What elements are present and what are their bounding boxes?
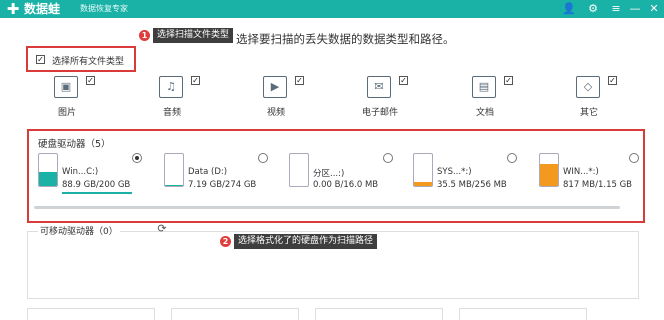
bottom-card — [171, 308, 299, 320]
file-type-checkbox[interactable]: ✓ — [191, 76, 200, 85]
drive-radio[interactable] — [383, 153, 393, 163]
music-icon: ♫ — [159, 76, 183, 98]
file-type-checkbox[interactable]: ✓ — [86, 76, 95, 85]
file-type-checkbox[interactable]: ✓ — [295, 76, 304, 85]
file-type-document[interactable]: ▤ ✓ 文档 — [456, 73, 514, 119]
drive-usage-fill — [540, 163, 558, 186]
drive-selected-indicator — [62, 192, 132, 194]
drive-card-d[interactable]: Data (D:) 7.19 GB/274 GB — [162, 153, 282, 195]
drive-card-partition[interactable]: 分区...:) 0.00 B/16.0 MB — [287, 153, 407, 195]
drive-radio[interactable] — [132, 153, 142, 163]
file-type-label: 音频 — [162, 108, 181, 118]
bottom-card — [459, 308, 587, 320]
drive-radio[interactable] — [258, 153, 268, 163]
drive-usage-fill — [414, 181, 432, 186]
select-all-checkbox[interactable]: ✓ — [36, 55, 45, 64]
minimize-icon[interactable]: — — [626, 0, 644, 18]
drive-usage-fill — [165, 185, 183, 186]
app-logo-icon: ✚ — [6, 0, 20, 18]
app-name: 数据蛙 — [24, 2, 61, 16]
drive-icon — [413, 153, 433, 187]
drive-size: 0.00 B/16.0 MB — [313, 180, 379, 190]
file-type-other[interactable]: ◇ ✓ 其它 — [560, 73, 618, 119]
callout-2-badge: 2 — [220, 236, 231, 247]
menu-icon[interactable]: ≡ — [607, 0, 625, 18]
file-type-audio[interactable]: ♫ ✓ 音频 — [143, 73, 201, 119]
file-type-label: 图片 — [57, 108, 76, 118]
drive-name: 分区...:) — [313, 169, 345, 179]
close-icon[interactable]: ✕ — [645, 0, 663, 18]
file-type-checkbox[interactable]: ✓ — [399, 76, 408, 85]
callout-1-badge: 1 — [139, 30, 150, 41]
drive-icon — [164, 153, 184, 187]
drive-radio[interactable] — [507, 153, 517, 163]
drive-size: 817 MB/1.15 GB — [563, 180, 633, 190]
callout-1-text: 选择扫描文件类型 — [153, 28, 234, 43]
account-icon[interactable]: 👤 — [560, 0, 578, 18]
drive-name: SYS...*:) — [437, 167, 472, 177]
bottom-card — [27, 308, 155, 320]
refresh-icon[interactable]: ⟳ — [156, 223, 168, 235]
file-type-label: 电子邮件 — [361, 108, 398, 118]
image-icon: ▣ — [54, 76, 78, 98]
settings-icon[interactable]: ⚙ — [584, 0, 602, 18]
select-all-label[interactable]: 选择所有文件类型 — [52, 54, 124, 67]
file-type-checkbox[interactable]: ✓ — [608, 76, 617, 85]
drive-radio[interactable] — [629, 153, 639, 163]
instruction-heading: 选择要扫描的丢失数据的数据类型和路径。 — [236, 32, 455, 46]
file-type-image[interactable]: ▣ ✓ 图片 — [38, 73, 96, 119]
removable-drives-title: 可移动驱动器（0） — [38, 224, 120, 237]
drive-icon — [38, 153, 58, 187]
file-type-label: 文档 — [475, 108, 494, 118]
file-type-checkbox[interactable]: ✓ — [504, 76, 513, 85]
drive-size: 35.5 MB/256 MB — [437, 180, 507, 190]
drive-size: 7.19 GB/274 GB — [188, 180, 257, 190]
bottom-card — [315, 308, 443, 320]
file-type-email[interactable]: ✉ ✓ 电子邮件 — [351, 73, 409, 119]
drive-name: Win...C:) — [62, 167, 99, 177]
drive-name: WIN...*:) — [563, 167, 599, 177]
drive-size: 88.9 GB/200 GB — [62, 180, 131, 190]
file-type-label: 视频 — [266, 108, 285, 118]
drives-scrollbar[interactable] — [34, 206, 620, 209]
drive-card-win[interactable]: WIN...*:) 817 MB/1.15 GB — [537, 153, 640, 195]
app-subtitle: 数据恢复专家 — [80, 4, 128, 13]
drive-card-sys[interactable]: SYS...*:) 35.5 MB/256 MB — [411, 153, 531, 195]
drive-card-c[interactable]: Win...C:) 88.9 GB/200 GB — [36, 153, 156, 195]
drive-icon — [539, 153, 559, 187]
other-icon: ◇ — [576, 76, 600, 98]
file-type-label: 其它 — [579, 108, 598, 118]
drive-usage-fill — [39, 171, 57, 186]
drive-name: Data (D:) — [188, 167, 228, 177]
video-icon: ▶ — [263, 76, 287, 98]
email-icon: ✉ — [367, 76, 391, 98]
callout-2-text: 选择格式化了的硬盘作为扫描路径 — [234, 234, 378, 249]
drive-icon — [289, 153, 309, 187]
file-type-video[interactable]: ▶ ✓ 视频 — [247, 73, 305, 119]
document-icon: ▤ — [472, 76, 496, 98]
hard-drives-title: 硬盘驱动器（5） — [38, 139, 111, 150]
